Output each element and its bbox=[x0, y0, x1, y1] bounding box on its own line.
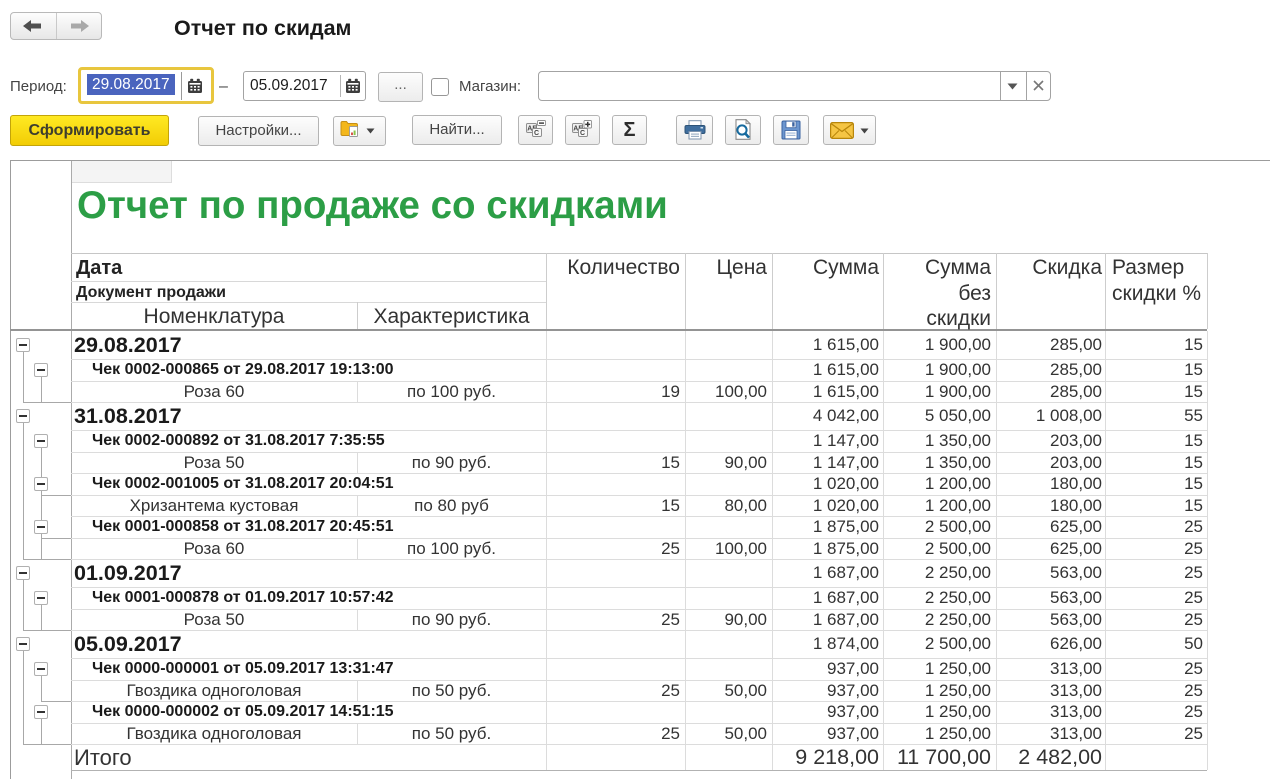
svg-text:С: С bbox=[534, 130, 539, 137]
svg-text:С: С bbox=[580, 130, 585, 137]
